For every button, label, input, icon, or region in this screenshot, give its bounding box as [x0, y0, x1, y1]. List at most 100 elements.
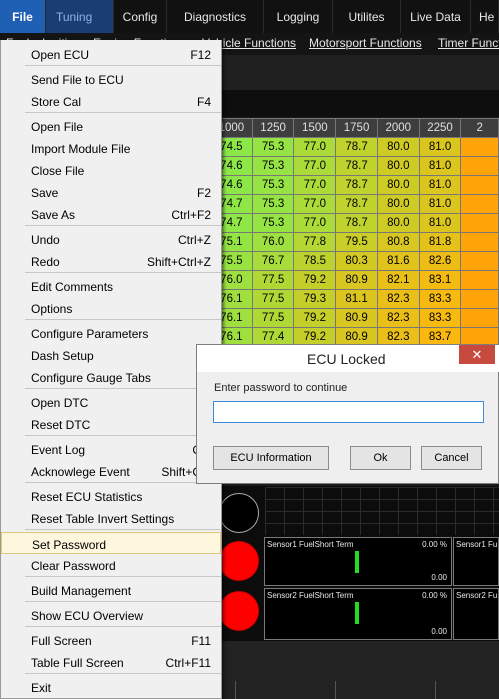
- close-icon[interactable]: ✕: [459, 345, 495, 364]
- table-cell[interactable]: 80.0: [376, 175, 420, 195]
- table-cell[interactable]: 75.3: [251, 137, 295, 157]
- menu-item-send-file-to-ecu[interactable]: Send File to ECU: [1, 68, 221, 90]
- table-cell[interactable]: 79.5: [335, 232, 378, 252]
- table-cell[interactable]: 83.3: [418, 289, 462, 309]
- table-cell[interactable]: 82.3: [376, 308, 420, 328]
- table-cell[interactable]: 77.0: [293, 137, 337, 157]
- tab-utilities[interactable]: Utilites: [333, 0, 401, 33]
- table-cell-partial[interactable]: [460, 308, 499, 328]
- cancel-button[interactable]: Cancel: [421, 446, 482, 470]
- menu-item-acknowledge-event[interactable]: Acknowlege Event Shift+Ctrl: [1, 460, 221, 482]
- table-cell[interactable]: 75.3: [251, 175, 295, 195]
- table-cell[interactable]: 81.0: [418, 213, 462, 233]
- subtab-timer-functions[interactable]: Timer Funct: [438, 36, 499, 50]
- table-cell[interactable]: 82.1: [376, 270, 420, 290]
- table-cell[interactable]: 81.0: [418, 156, 462, 176]
- menu-item-open-file[interactable]: Open File: [1, 115, 221, 137]
- menu-item-set-password[interactable]: Set Password: [1, 532, 221, 554]
- table-cell[interactable]: 78.7: [335, 156, 378, 176]
- table-cell[interactable]: 81.0: [418, 137, 462, 157]
- tab-logging[interactable]: Logging: [264, 0, 333, 33]
- table-cell[interactable]: 77.0: [293, 194, 337, 214]
- table-cell-partial[interactable]: [460, 251, 499, 271]
- table-cell[interactable]: 81.0: [418, 175, 462, 195]
- table-cell[interactable]: 75.3: [251, 194, 295, 214]
- table-cell[interactable]: 79.2: [293, 308, 337, 328]
- menu-item-options[interactable]: Options: [1, 297, 221, 319]
- table-cell[interactable]: 79.2: [293, 270, 337, 290]
- menu-item-save-as[interactable]: Save As Ctrl+F2: [1, 203, 221, 225]
- table-cell[interactable]: 79.3: [293, 289, 337, 309]
- table-cell[interactable]: 82.3: [376, 289, 420, 309]
- table-cell-partial[interactable]: [460, 137, 499, 157]
- tab-tuning[interactable]: Tuning: [46, 0, 114, 33]
- table-cell[interactable]: 77.0: [293, 213, 337, 233]
- table-cell[interactable]: 76.0: [251, 232, 295, 252]
- table-cell-partial[interactable]: [460, 270, 499, 290]
- menu-item-configure-parameters[interactable]: Configure Parameters: [1, 322, 221, 344]
- table-cell[interactable]: 81.6: [376, 251, 420, 271]
- table-cell[interactable]: 78.7: [335, 175, 378, 195]
- menu-item-show-ecu-overview[interactable]: Show ECU Overview: [1, 604, 221, 626]
- table-cell[interactable]: 75.3: [251, 156, 295, 176]
- table-cell[interactable]: 77.5: [251, 289, 295, 309]
- table-cell[interactable]: 75.3: [251, 213, 295, 233]
- menu-item-save[interactable]: Save F2: [1, 181, 221, 203]
- menu-item-reset-ecu-statistics[interactable]: Reset ECU Statistics: [1, 485, 221, 507]
- table-cell[interactable]: 80.0: [376, 213, 420, 233]
- table-cell[interactable]: 80.9: [335, 308, 378, 328]
- subtab-motorsport-functions[interactable]: Motorsport Functions: [309, 36, 422, 50]
- table-cell-partial[interactable]: [460, 156, 499, 176]
- menu-item-close-file[interactable]: Close File: [1, 159, 221, 181]
- table-cell[interactable]: 77.5: [251, 270, 295, 290]
- menu-item-open-dtc[interactable]: Open DTC: [1, 391, 221, 413]
- table-cell-partial[interactable]: [460, 175, 499, 195]
- table-cell[interactable]: 80.3: [335, 251, 378, 271]
- table-cell[interactable]: 80.0: [376, 194, 420, 214]
- table-cell[interactable]: 81.1: [335, 289, 378, 309]
- table-cell-partial[interactable]: [460, 289, 499, 309]
- menu-item-full-screen[interactable]: Full Screen F11: [1, 629, 221, 651]
- table-cell[interactable]: 78.7: [335, 194, 378, 214]
- tab-config[interactable]: Config: [114, 0, 167, 33]
- table-cell[interactable]: 83.1: [418, 270, 462, 290]
- table-cell-partial[interactable]: [460, 232, 499, 252]
- table-cell[interactable]: 77.5: [251, 308, 295, 328]
- menu-item-undo[interactable]: Undo Ctrl+Z: [1, 228, 221, 250]
- menu-item-import-module-file[interactable]: Import Module File: [1, 137, 221, 159]
- table-cell[interactable]: 83.3: [418, 308, 462, 328]
- menu-item-reset-dtc[interactable]: Reset DTC: [1, 413, 221, 435]
- menu-item-redo[interactable]: Redo Shift+Ctrl+Z: [1, 250, 221, 272]
- ok-button[interactable]: Ok: [350, 446, 411, 470]
- tab-diagnostics[interactable]: Diagnostics: [167, 0, 264, 33]
- password-input[interactable]: [213, 401, 484, 423]
- ecu-information-button[interactable]: ECU Information: [213, 446, 329, 470]
- menu-item-table-full-screen[interactable]: Table Full Screen Ctrl+F11: [1, 651, 221, 673]
- table-cell[interactable]: 81.0: [418, 194, 462, 214]
- menu-item-exit[interactable]: Exit: [1, 676, 221, 698]
- table-cell[interactable]: 82.6: [418, 251, 462, 271]
- menu-item-clear-password[interactable]: Clear Password: [1, 554, 221, 576]
- table-cell[interactable]: 76.7: [251, 251, 295, 271]
- table-cell-partial[interactable]: [460, 213, 499, 233]
- table-cell[interactable]: 78.5: [293, 251, 337, 271]
- table-cell[interactable]: 80.0: [376, 156, 420, 176]
- menu-item-reset-table-invert-settings[interactable]: Reset Table Invert Settings: [1, 507, 221, 529]
- table-cell[interactable]: 80.0: [376, 137, 420, 157]
- table-cell[interactable]: 81.8: [418, 232, 462, 252]
- tab-file[interactable]: File: [0, 0, 46, 33]
- tab-help[interactable]: He: [471, 0, 499, 33]
- table-cell[interactable]: 80.8: [376, 232, 420, 252]
- menu-item-edit-comments[interactable]: Edit Comments: [1, 275, 221, 297]
- table-cell[interactable]: 80.9: [335, 270, 378, 290]
- table-cell[interactable]: 78.7: [335, 213, 378, 233]
- menu-item-build-management[interactable]: Build Management: [1, 579, 221, 601]
- menu-item-open-ecu[interactable]: Open ECU F12: [1, 43, 221, 65]
- table-cell[interactable]: 78.7: [335, 137, 378, 157]
- menu-item-configure-gauge-tabs[interactable]: Configure Gauge Tabs: [1, 366, 221, 388]
- table-cell[interactable]: 77.8: [293, 232, 337, 252]
- table-cell[interactable]: 77.0: [293, 156, 337, 176]
- table-cell[interactable]: 77.0: [293, 175, 337, 195]
- menu-item-event-log[interactable]: Event LogCtrl: [1, 438, 221, 460]
- table-cell-partial[interactable]: [460, 194, 499, 214]
